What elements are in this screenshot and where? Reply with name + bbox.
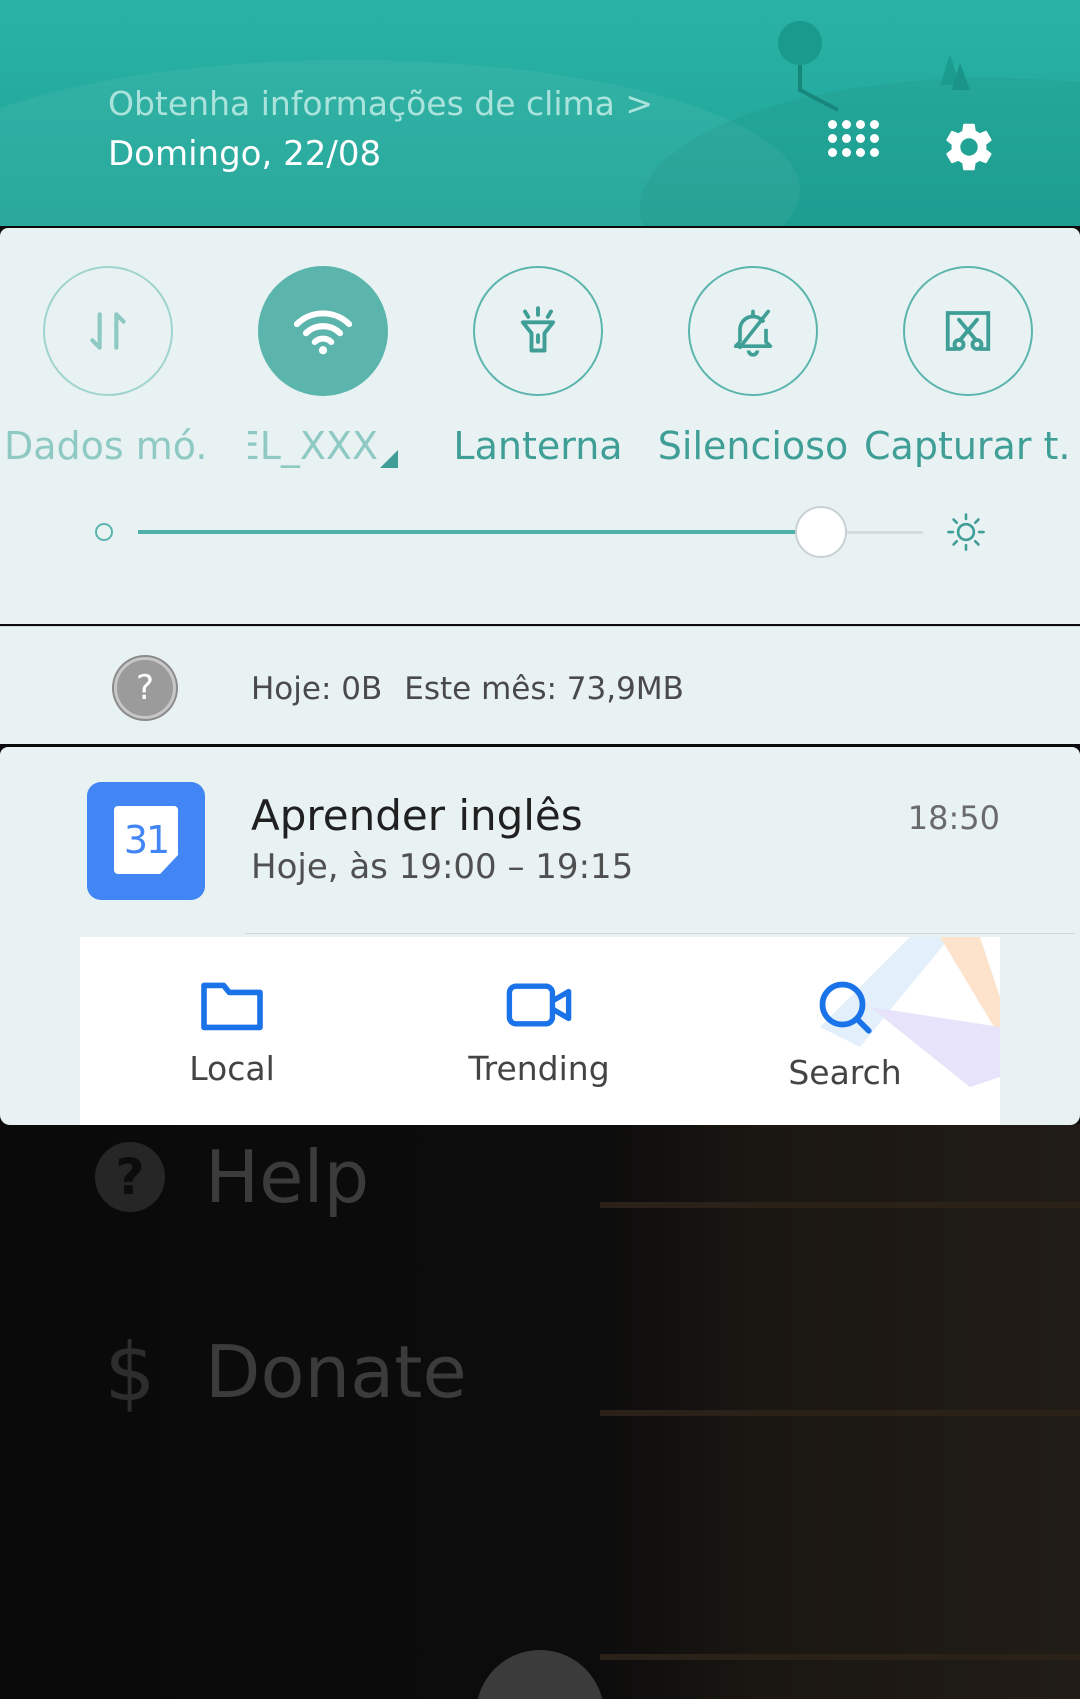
shade-header: Obtenha informações de clima > Domingo, … — [0, 0, 1080, 226]
bg-shelf — [600, 1202, 1080, 1208]
tile-screenshot-circle[interactable] — [903, 266, 1033, 396]
nav-local[interactable]: Local — [132, 977, 332, 1088]
brightness-high-sun-icon — [947, 513, 985, 551]
brightness-thumb[interactable] — [794, 506, 847, 558]
mobile-data-icon — [90, 312, 126, 350]
settings-gear-icon[interactable] — [940, 118, 998, 176]
brightness-low-icon — [95, 523, 113, 541]
tile-wifi[interactable]: EL_XXX — [223, 266, 423, 477]
data-usage-row[interactable]: ? Hoje: 0B Este mês: 73,9MB — [0, 626, 1080, 744]
weather-link[interactable]: Obtenha informações de clima > — [108, 84, 653, 123]
flashlight-icon — [520, 306, 556, 353]
data-usage-month: Este mês: 73,9MB — [404, 671, 684, 707]
screenshot-scissors-icon — [945, 311, 991, 351]
brightness-slider[interactable] — [95, 506, 995, 558]
bg-menu-donate: $ Donate — [95, 1325, 467, 1419]
nav-trending[interactable]: Trending — [439, 977, 639, 1088]
tile-silent[interactable]: Silencioso — [653, 266, 853, 468]
quick-settings-panel: Dados mó.. EL_XXX Lanterna Silencioso Ca… — [0, 228, 1080, 624]
bottom-navigation: Local Trending Search — [80, 937, 1000, 1125]
bg-shelf — [600, 1410, 1080, 1416]
nav-local-label: Local — [189, 1049, 275, 1088]
tile-flashlight-label: Lanterna — [453, 424, 623, 468]
date-label: Domingo, 22/08 — [108, 134, 382, 174]
notification-subtitle: Hoje, às 19:00 – 19:15 — [251, 847, 634, 887]
data-usage-today: Hoje: 0B — [251, 671, 383, 707]
notification-divider — [245, 933, 1075, 934]
calendar-day-number: 31 — [123, 818, 170, 862]
nav-search-label: Search — [788, 1053, 902, 1092]
tile-flashlight-circle[interactable] — [473, 266, 603, 396]
tile-wifi-circle[interactable] — [258, 266, 388, 396]
tile-screenshot[interactable]: Capturar t.. — [864, 266, 1068, 468]
bg-menu-help: ? Help — [95, 1135, 369, 1219]
tile-screenshot-label: Capturar t.. — [864, 424, 1068, 468]
app-grid-button[interactable] — [828, 120, 879, 168]
tile-silent-label: Silencioso — [657, 424, 849, 468]
nav-search[interactable]: Search — [745, 977, 945, 1092]
tile-silent-circle[interactable] — [688, 266, 818, 396]
dollar-icon: $ — [104, 1325, 156, 1419]
sim-unknown-icon: ? — [114, 657, 176, 719]
tile-mobile-data-circle[interactable] — [43, 266, 173, 396]
calendar-notification[interactable]: 31 Aprender inglês Hoje, às 19:00 – 19:1… — [0, 747, 1080, 1125]
notification-time: 18:50 — [907, 799, 1000, 837]
folder-icon — [201, 982, 263, 1031]
nav-trending-label: Trending — [468, 1049, 610, 1088]
data-usage-text: Hoje: 0B Este mês: 73,9MB — [251, 671, 684, 707]
video-camera-icon — [506, 983, 572, 1027]
bg-shelf — [600, 1654, 1080, 1660]
calendar-app-icon: 31 — [87, 782, 205, 900]
help-icon: ? — [95, 1142, 165, 1212]
wifi-icon — [293, 310, 353, 355]
notification-title: Aprender inglês — [251, 791, 583, 840]
header-tree-decoration — [778, 21, 970, 112]
tile-mobile-data[interactable]: Dados mó.. — [4, 266, 208, 468]
search-icon — [819, 981, 872, 1034]
tile-wifi-label: EL_XXX — [248, 424, 378, 468]
tile-flashlight[interactable]: Lanterna — [438, 266, 638, 468]
tile-mobile-data-label: Dados mó.. — [4, 424, 208, 468]
brightness-fill — [138, 530, 821, 534]
bg-donate-label: Donate — [205, 1330, 467, 1414]
wifi-dropdown-icon[interactable] — [380, 450, 398, 468]
bell-off-icon — [733, 309, 773, 357]
bg-help-label: Help — [205, 1135, 370, 1219]
